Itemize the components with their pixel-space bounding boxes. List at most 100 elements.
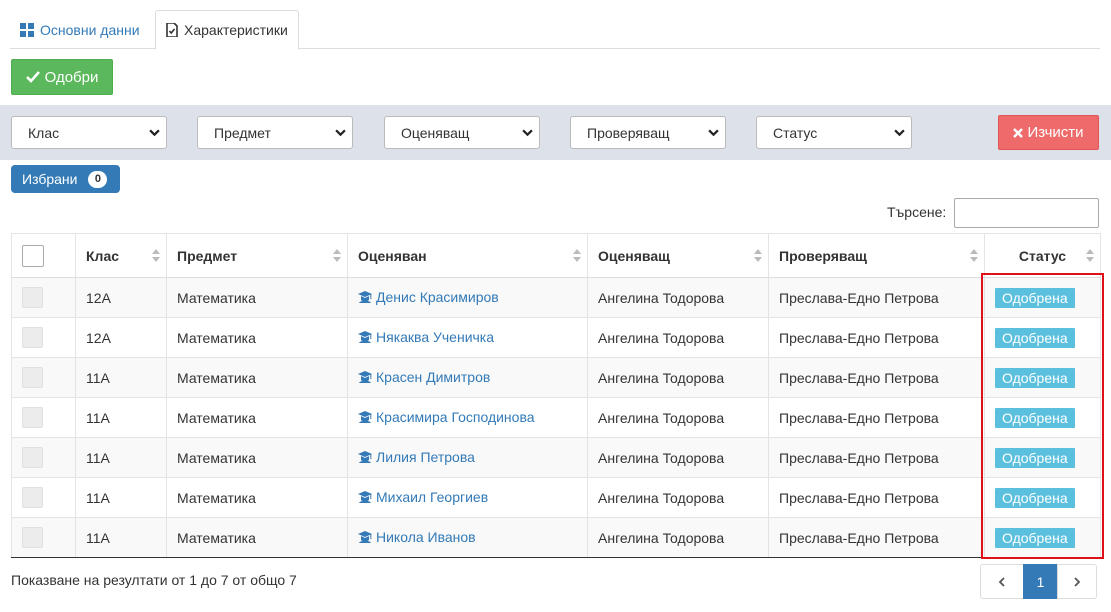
- next-page-button[interactable]: [1057, 564, 1097, 599]
- status-cell: Одобрена: [984, 437, 1101, 478]
- student-cell: Никола Иванов: [347, 517, 588, 558]
- graduate-icon: [358, 370, 372, 383]
- student-link[interactable]: Красен Димитров: [358, 369, 490, 385]
- column-header-checker[interactable]: Проверяващ: [768, 233, 985, 278]
- status-filter-select[interactable]: Статус: [756, 116, 912, 149]
- row-checkbox[interactable]: [22, 367, 43, 388]
- subject-cell: Математика: [166, 277, 348, 318]
- status-cell: Одобрена: [984, 277, 1101, 318]
- column-header-label: Оценяващ: [598, 247, 670, 264]
- subject-cell: Математика: [166, 517, 348, 558]
- chevron-down-icon: [708, 129, 719, 137]
- status-badge: Одобрена: [995, 447, 1075, 468]
- document-icon: [166, 23, 178, 37]
- student-link[interactable]: Михаил Георгиев: [358, 489, 488, 505]
- class-cell: 11А: [75, 397, 167, 438]
- clear-filters-button[interactable]: Изчисти: [998, 115, 1099, 150]
- page-number-button[interactable]: 1: [1023, 564, 1058, 599]
- status-badge: Одобрена: [995, 327, 1075, 348]
- grid-icon: [20, 22, 34, 37]
- status-cell: Одобрена: [984, 317, 1101, 358]
- student-cell: Михаил Георгиев: [347, 477, 588, 518]
- selected-label: Избрани: [22, 171, 78, 187]
- checker-cell: Преслава-Едно Петрова: [768, 437, 985, 478]
- row-checkbox[interactable]: [22, 487, 43, 508]
- student-cell: Красимира Господинова: [347, 397, 588, 438]
- select-all-checkbox[interactable]: [22, 244, 44, 267]
- approve-button[interactable]: Одобри: [11, 59, 113, 95]
- status-cell: Одобрена: [984, 477, 1101, 518]
- student-link[interactable]: Красимира Господинова: [358, 409, 535, 425]
- evaluator-cell: Ангелина Тодорова: [587, 517, 769, 558]
- chevron-left-icon: [998, 576, 1005, 587]
- evaluator-cell: Ангелина Тодорова: [587, 317, 769, 358]
- student-name: Денис Красимиров: [376, 288, 499, 305]
- filter-bar: Клас Предмет Оценяващ Проверяващ Статус …: [0, 105, 1111, 160]
- column-header-evaluator[interactable]: Оценяващ: [587, 233, 769, 278]
- subject-filter-value: Предмет: [214, 124, 271, 141]
- table-row[interactable]: 11А Математика Никола Иванов Ангелина То…: [11, 517, 1101, 558]
- pagination: 1: [980, 564, 1097, 599]
- row-checkbox[interactable]: [22, 527, 43, 548]
- student-link[interactable]: Лилия Петрова: [358, 449, 475, 465]
- column-header-student[interactable]: Оценяван: [347, 233, 588, 278]
- table-row[interactable]: 12А Математика Денис Красимиров Ангелина…: [11, 277, 1101, 318]
- checker-cell: Преслава-Едно Петрова: [768, 317, 985, 358]
- student-link[interactable]: Денис Красимиров: [358, 289, 499, 305]
- row-checkbox[interactable]: [22, 327, 43, 348]
- column-header-status[interactable]: Статус: [984, 233, 1101, 278]
- tab-label: Основни данни: [40, 21, 140, 38]
- graduate-icon: [358, 530, 372, 543]
- selected-items-button[interactable]: Избрани 0: [11, 165, 120, 193]
- table-row[interactable]: 12А Математика Някаква Ученичка Ангелина…: [11, 317, 1101, 358]
- select-all-header: [11, 233, 76, 278]
- student-link[interactable]: Никола Иванов: [358, 529, 476, 545]
- checker-filter-select[interactable]: Проверяващ: [570, 116, 726, 149]
- row-select-cell: [11, 357, 76, 398]
- graduate-icon: [358, 330, 372, 343]
- student-name: Красен Димитров: [376, 368, 491, 385]
- student-cell: Лилия Петрова: [347, 437, 588, 478]
- row-checkbox[interactable]: [22, 287, 43, 308]
- approve-label: Одобри: [44, 68, 99, 86]
- row-checkbox[interactable]: [22, 447, 43, 468]
- clear-label: Изчисти: [1027, 124, 1084, 141]
- checker-cell: Преслава-Едно Петрова: [768, 397, 985, 438]
- table-row[interactable]: 11А Математика Лилия Петрова Ангелина То…: [11, 437, 1101, 478]
- chevron-down-icon: [149, 129, 160, 137]
- subject-filter-select[interactable]: Предмет: [197, 116, 353, 149]
- search-input[interactable]: [954, 198, 1099, 228]
- previous-page-button[interactable]: [980, 564, 1024, 599]
- class-cell: 11А: [75, 477, 167, 518]
- class-filter-value: Клас: [28, 124, 60, 141]
- status-badge: Одобрена: [995, 487, 1075, 508]
- table-row[interactable]: 11А Математика Михаил Георгиев Ангелина …: [11, 477, 1101, 518]
- column-header-subject[interactable]: Предмет: [166, 233, 348, 278]
- evaluator-filter-select[interactable]: Оценяващ: [384, 116, 540, 149]
- student-name: Никола Иванов: [376, 528, 476, 545]
- table-row[interactable]: 11А Математика Красен Димитров Ангелина …: [11, 357, 1101, 398]
- row-checkbox[interactable]: [22, 407, 43, 428]
- graduate-icon: [358, 410, 372, 423]
- checker-cell: Преслава-Едно Петрова: [768, 517, 985, 558]
- evaluator-cell: Ангелина Тодорова: [587, 357, 769, 398]
- class-cell: 11А: [75, 357, 167, 398]
- row-select-cell: [11, 277, 76, 318]
- sort-icon: [333, 249, 341, 262]
- sort-icon: [754, 249, 762, 262]
- subject-cell: Математика: [166, 477, 348, 518]
- close-icon: [1013, 127, 1024, 138]
- class-filter-select[interactable]: Клас: [11, 116, 167, 149]
- tab-characteristics[interactable]: Характеристики: [155, 10, 299, 50]
- status-cell: Одобрена: [984, 517, 1101, 558]
- column-header-class[interactable]: Клас: [75, 233, 167, 278]
- evaluator-cell: Ангелина Тодорова: [587, 477, 769, 518]
- class-cell: 12А: [75, 277, 167, 318]
- table-row[interactable]: 11А Математика Красимира Господинова Анг…: [11, 397, 1101, 438]
- chevron-down-icon: [335, 129, 346, 137]
- status-badge: Одобрена: [995, 527, 1075, 548]
- student-link[interactable]: Някаква Ученичка: [358, 329, 494, 345]
- results-table: Клас Предмет Оценяван Оценяващ Проверява…: [11, 233, 1101, 558]
- subject-cell: Математика: [166, 317, 348, 358]
- tab-basic-data[interactable]: Основни данни: [10, 10, 150, 49]
